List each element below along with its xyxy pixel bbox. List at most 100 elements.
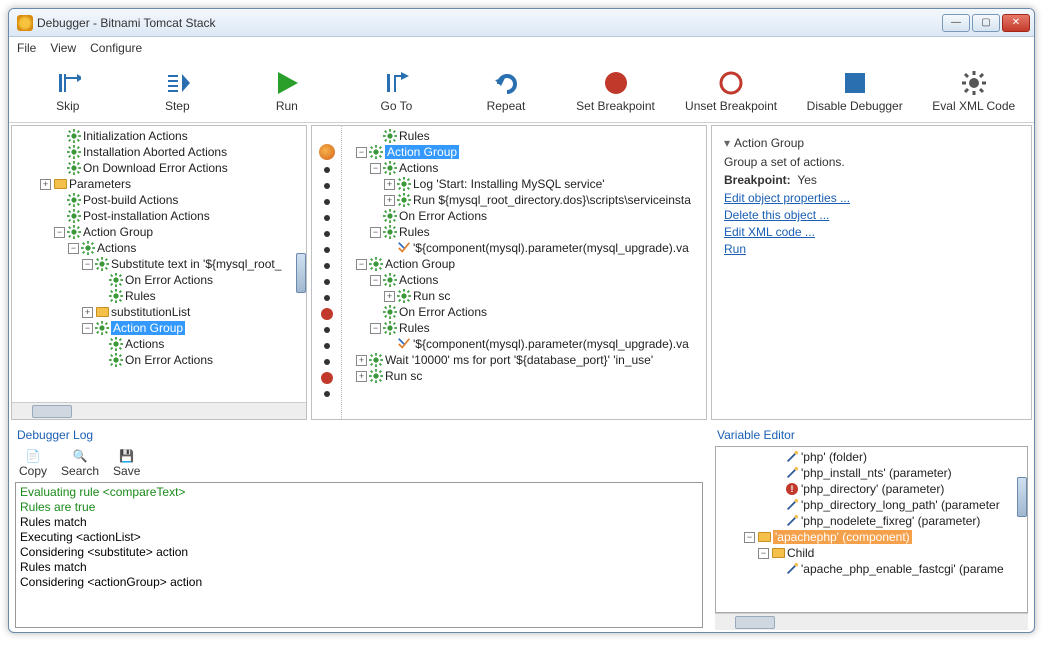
tree-item[interactable]: On Error Actions bbox=[12, 352, 306, 368]
props-link[interactable]: Delete this object ... bbox=[724, 208, 1019, 222]
tree-toggle[interactable]: + bbox=[356, 371, 367, 382]
tree-item[interactable]: −Actions bbox=[12, 240, 306, 256]
tree-item[interactable]: Actions bbox=[12, 336, 306, 352]
breakpoint-marker[interactable] bbox=[321, 308, 333, 320]
tree-item[interactable]: −Rules bbox=[342, 320, 706, 336]
gutter-dot[interactable] bbox=[324, 199, 330, 205]
tree-item[interactable]: −Action Group bbox=[12, 224, 306, 240]
tree-toggle[interactable]: + bbox=[384, 291, 395, 302]
tree-item[interactable]: Rules bbox=[12, 288, 306, 304]
tree-item[interactable]: On Error Actions bbox=[342, 304, 706, 320]
tree-item[interactable]: −Actions bbox=[342, 272, 706, 288]
current-line-marker[interactable] bbox=[319, 144, 335, 160]
skip-button[interactable]: Skip bbox=[28, 69, 108, 113]
gutter-dot[interactable] bbox=[324, 167, 330, 173]
tree-item[interactable]: Post-installation Actions bbox=[12, 208, 306, 224]
tree-item[interactable]: +Wait '10000' ms for port '${database_po… bbox=[342, 352, 706, 368]
tree-item[interactable]: On Error Actions bbox=[342, 208, 706, 224]
left-tree[interactable]: Initialization ActionsInstallation Abort… bbox=[12, 126, 306, 370]
gutter-dot[interactable] bbox=[324, 295, 330, 301]
log-search-button[interactable]: 🔍Search bbox=[61, 448, 99, 478]
tree-item[interactable]: Installation Aborted Actions bbox=[12, 144, 306, 160]
gutter-dot[interactable] bbox=[324, 343, 330, 349]
tree-toggle[interactable]: − bbox=[82, 259, 93, 270]
props-link[interactable]: Run bbox=[724, 242, 1019, 256]
splitter-handle[interactable] bbox=[296, 253, 306, 293]
tree-item[interactable]: +substitutionList bbox=[12, 304, 306, 320]
maximize-button[interactable]: ▢ bbox=[972, 14, 1000, 32]
tree-item[interactable]: !'php_directory' (parameter) bbox=[716, 481, 1027, 497]
gutter-dot[interactable] bbox=[324, 327, 330, 333]
gutter-dot[interactable] bbox=[324, 215, 330, 221]
menu-file[interactable]: File bbox=[17, 41, 36, 55]
step-button[interactable]: Step bbox=[137, 69, 217, 113]
tree-item[interactable]: +Run sc bbox=[342, 368, 706, 384]
unset-breakpoint-button[interactable]: Unset Breakpoint bbox=[685, 69, 777, 113]
tree-toggle[interactable]: + bbox=[82, 307, 93, 318]
tree-toggle[interactable]: + bbox=[384, 179, 395, 190]
tree-item[interactable]: 'apache_php_enable_fastcgi' (parame bbox=[716, 561, 1027, 577]
tree-item[interactable]: Rules bbox=[342, 128, 706, 144]
tree-item[interactable]: 'php_install_nts' (parameter) bbox=[716, 465, 1027, 481]
tree-toggle[interactable]: − bbox=[356, 259, 367, 270]
tree-item[interactable]: −Action Group bbox=[342, 144, 706, 160]
tree-toggle[interactable]: − bbox=[82, 323, 93, 334]
disable-debugger-button[interactable]: Disable Debugger bbox=[807, 69, 903, 113]
gutter-dot[interactable] bbox=[324, 263, 330, 269]
goto-button[interactable]: Go To bbox=[356, 69, 436, 113]
tree-toggle[interactable]: − bbox=[370, 163, 381, 174]
tree-item[interactable]: −'apachephp' (component) bbox=[716, 529, 1027, 545]
tree-item[interactable]: Post-build Actions bbox=[12, 192, 306, 208]
tree-toggle[interactable]: − bbox=[370, 323, 381, 334]
tree-toggle[interactable]: − bbox=[370, 275, 381, 286]
tree-toggle[interactable]: − bbox=[54, 227, 65, 238]
breakpoint-marker[interactable] bbox=[321, 372, 333, 384]
variable-tree[interactable]: 'php' (folder)'php_install_nts' (paramet… bbox=[716, 447, 1027, 579]
menu-configure[interactable]: Configure bbox=[90, 41, 142, 55]
log-save-button[interactable]: 💾Save bbox=[113, 448, 140, 478]
tree-item[interactable]: +Run sc bbox=[342, 288, 706, 304]
run-button[interactable]: Run bbox=[247, 69, 327, 113]
tree-toggle[interactable]: + bbox=[356, 355, 367, 366]
scrollbar[interactable] bbox=[715, 613, 1028, 630]
tree-item[interactable]: Initialization Actions bbox=[12, 128, 306, 144]
tree-item[interactable]: −Actions bbox=[342, 160, 706, 176]
tree-toggle[interactable]: + bbox=[40, 179, 51, 190]
tree-item[interactable]: −Substitute text in '${mysql_root_ bbox=[12, 256, 306, 272]
middle-tree[interactable]: Rules−Action Group−Actions+Log 'Start: I… bbox=[342, 126, 706, 419]
tree-toggle[interactable]: − bbox=[370, 227, 381, 238]
tree-item[interactable]: '${component(mysql).parameter(mysql_upgr… bbox=[342, 336, 706, 352]
log-body[interactable]: Evaluating rule <compareText>Rules are t… bbox=[15, 482, 703, 628]
repeat-button[interactable]: Repeat bbox=[466, 69, 546, 113]
tree-item[interactable]: 'php' (folder) bbox=[716, 449, 1027, 465]
gutter-dot[interactable] bbox=[324, 247, 330, 253]
props-link[interactable]: Edit XML code ... bbox=[724, 225, 1019, 239]
menu-view[interactable]: View bbox=[50, 41, 76, 55]
minimize-button[interactable]: — bbox=[942, 14, 970, 32]
tree-item[interactable]: +Run ${mysql_root_directory.dos}\scripts… bbox=[342, 192, 706, 208]
tree-toggle[interactable]: + bbox=[384, 195, 395, 206]
tree-item[interactable]: −Action Group bbox=[12, 320, 306, 336]
tree-item[interactable]: 'php_nodelete_fixreg' (parameter) bbox=[716, 513, 1027, 529]
breakpoint-gutter[interactable] bbox=[312, 126, 342, 419]
tree-toggle[interactable]: − bbox=[356, 147, 367, 158]
tree-item[interactable]: '${component(mysql).parameter(mysql_upgr… bbox=[342, 240, 706, 256]
set-breakpoint-button[interactable]: Set Breakpoint bbox=[576, 69, 656, 113]
tree-toggle[interactable]: − bbox=[744, 532, 755, 543]
tree-item[interactable]: +Parameters bbox=[12, 176, 306, 192]
gutter-dot[interactable] bbox=[324, 391, 330, 397]
gutter-dot[interactable] bbox=[324, 359, 330, 365]
props-link[interactable]: Edit object properties ... bbox=[724, 191, 1019, 205]
collapse-icon[interactable]: ▾ bbox=[724, 136, 730, 150]
tree-item[interactable]: On Download Error Actions bbox=[12, 160, 306, 176]
splitter-handle[interactable] bbox=[1017, 477, 1027, 517]
tree-item[interactable]: −Rules bbox=[342, 224, 706, 240]
titlebar[interactable]: Debugger - Bitnami Tomcat Stack — ▢ ✕ bbox=[9, 9, 1034, 37]
tree-item[interactable]: 'php_directory_long_path' (parameter bbox=[716, 497, 1027, 513]
gutter-dot[interactable] bbox=[324, 279, 330, 285]
scrollbar[interactable] bbox=[12, 402, 306, 419]
gutter-dot[interactable] bbox=[324, 183, 330, 189]
tree-item[interactable]: −Child bbox=[716, 545, 1027, 561]
tree-item[interactable]: −Action Group bbox=[342, 256, 706, 272]
close-button[interactable]: ✕ bbox=[1002, 14, 1030, 32]
